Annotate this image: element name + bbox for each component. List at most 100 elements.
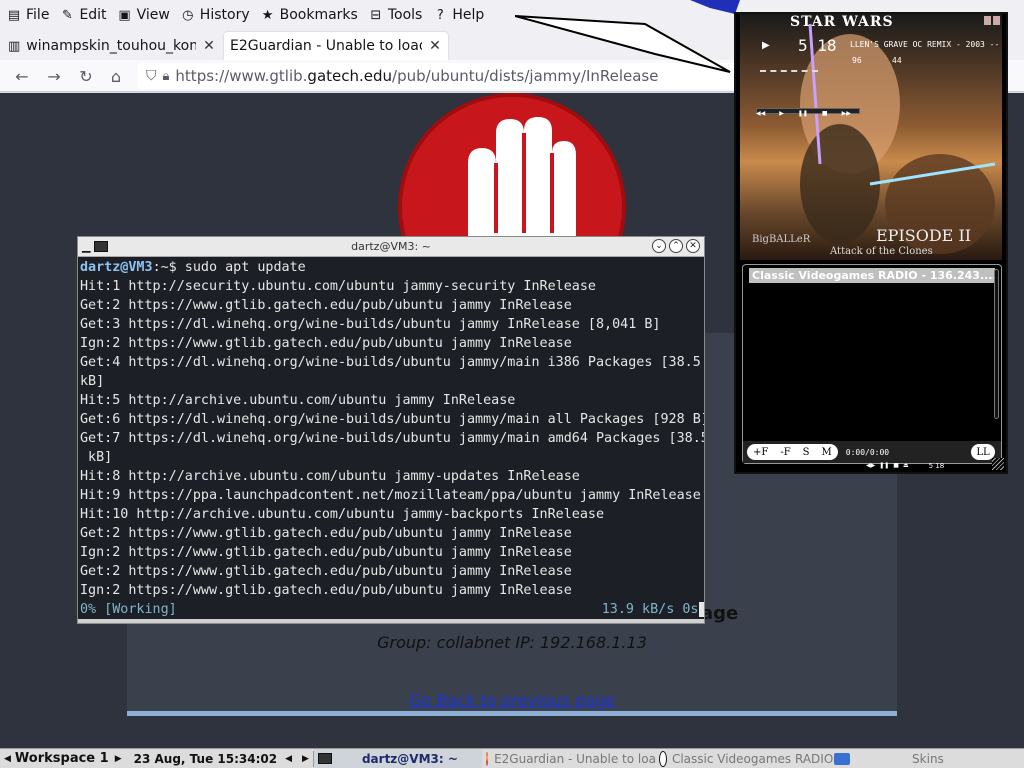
terminal-line: Hit:1 http://security.ubuntu.com/ubuntu … (80, 279, 596, 294)
resize-grip-icon[interactable] (992, 458, 1004, 470)
kbps-readout: 96 (852, 56, 862, 65)
menu-tools[interactable]: ⊟ Tools (368, 7, 422, 23)
skin-corner-graphic (690, 0, 740, 14)
close-icon[interactable]: ✕ (686, 239, 700, 253)
task-firefox[interactable]: E2Guardian - Unable to loa (482, 749, 656, 768)
tasks-next-icon[interactable]: ▶ (298, 749, 313, 768)
tab-e2guardian[interactable]: E2Guardian - Unable to load ✕ (224, 32, 448, 60)
playlist-item[interactable]: Classic Videogames RADIO - 136.243.... (749, 268, 995, 283)
reload-icon[interactable]: ↻ (76, 66, 96, 86)
apt-status-left: 0% [Working] (80, 602, 177, 617)
terminal-line: Ign:2 https://www.gtlib.gatech.edu/pub/u… (80, 583, 572, 598)
clock: 23 Aug, Tue 15:34:02 (133, 751, 278, 766)
shield-icon[interactable]: ⛉ (146, 68, 157, 84)
page-heading: age (701, 603, 739, 624)
terminal-line: Hit:9 https://ppa.launchpadcontent.net/m… (80, 488, 701, 503)
terminal-line: Get:6 https://dl.winehq.org/wine-builds/… (80, 412, 704, 427)
file-icon: ▤ (7, 7, 21, 23)
forward-arrow-icon[interactable]: → (44, 66, 64, 86)
mini-prev-icon[interactable]: ◀▶ (866, 462, 875, 470)
khz-readout: 44 (892, 56, 902, 65)
workspace-next-icon[interactable]: ▶ (109, 749, 128, 768)
menu-history[interactable]: ◷ History (180, 7, 249, 23)
player-close-icon[interactable] (993, 16, 1000, 25)
poster-art (800, 23, 996, 254)
menu-view[interactable]: ▣ View (117, 7, 169, 23)
terminal-line: Get:7 https://dl.winehq.org/wine-builds/… (80, 431, 704, 446)
view-icon: ▣ (118, 7, 131, 23)
terminal-lines: Hit:1 http://security.ubuntu.com/ubuntu … (80, 279, 704, 598)
play-icon[interactable]: ▶ (779, 110, 784, 117)
task-winamp[interactable]: Classic Videogames RADIO (656, 749, 833, 768)
winamp-icon (658, 750, 667, 767)
home-icon[interactable]: ⌂ (106, 66, 126, 86)
back-arrow-icon[interactable]: ← (12, 66, 32, 86)
terminal-line: Get:2 https://www.gtlib.gatech.edu/pub/u… (80, 564, 572, 579)
player-minimize-icon[interactable] (984, 16, 991, 25)
terminal-line: Get:3 https://dl.winehq.org/wine-builds/… (80, 317, 661, 332)
terminal-resize-edge[interactable] (78, 619, 704, 623)
help-icon: ? (436, 7, 444, 23)
skin-poster: STAR WARS ▶ 5 18 LLEN'S GRAVE OC REMIX -… (740, 14, 1002, 260)
tasks-prev-icon[interactable]: ◀ (277, 749, 298, 768)
menu-bookmarks[interactable]: ★ Bookmarks (260, 7, 358, 23)
pause-icon[interactable]: ❚❚ (798, 110, 808, 117)
go-back-link[interactable]: Go Back to previous page (127, 691, 897, 710)
group-ip-info: Group: collabnet IP: 192.168.1.13 (377, 633, 647, 652)
poster-signature: BigBALLeR (752, 234, 811, 245)
mini-stop-icon[interactable]: ■ (893, 462, 899, 470)
terminal-line: Hit:5 http://archive.ubuntu.com/ubuntu j… (80, 393, 516, 408)
menu-file[interactable]: ▤ File (6, 7, 50, 23)
stop-hand-icon (398, 93, 626, 243)
winamp-player[interactable]: STAR WARS ▶ 5 18 LLEN'S GRAVE OC REMIX -… (734, 12, 1008, 474)
select-button[interactable]: S (796, 444, 816, 460)
terminal-line: Ign:2 https://www.gtlib.gatech.edu/pub/u… (80, 336, 572, 351)
skin-swoosh-graphic (515, 15, 731, 73)
close-icon[interactable]: ✕ (428, 38, 442, 54)
misc-button[interactable]: M (815, 444, 838, 460)
transport-controls: ◀◀ ▶ ❚❚ ■ ▶▶ (756, 110, 851, 117)
toolbox-icon: ⊟ (370, 7, 382, 23)
apt-status-right: 13.9 kB/s 0s (601, 602, 699, 617)
terminal-window[interactable]: ▁ dartz@VM3: ~ ⌄ ⌃ ✕ dartz@VM3:~$ sudo a… (77, 236, 705, 624)
menu-help[interactable]: ? Help (432, 7, 484, 23)
track-ticker: LLEN'S GRAVE OC REMIX - 2003 -- (850, 40, 1000, 49)
minimize-icon[interactable]: ⌄ (652, 239, 666, 253)
play-indicator-icon: ▶ (762, 40, 770, 51)
mini-transport: ◀▶ ❚❚ ■ ⏏ 5 18 (866, 462, 944, 470)
tab-winampskin[interactable]: ▥ winampskin_touhou_kon ✕ (2, 32, 222, 60)
episode-title: EPISODE II (876, 226, 972, 245)
playback-time: 5 18 (798, 36, 837, 55)
menu-edit[interactable]: ✎ Edit (59, 7, 107, 23)
terminal-line: Ign:2 https://www.gtlib.gatech.edu/pub/u… (80, 545, 572, 560)
playlist-scrollbar[interactable] (994, 269, 999, 419)
close-icon[interactable]: ✕ (202, 38, 216, 54)
playlist-panel[interactable]: Classic Videogames RADIO - 136.243.... +… (742, 264, 1002, 464)
workspace-prev-icon[interactable]: ◀ (0, 749, 15, 768)
maximize-icon[interactable]: ⌃ (669, 239, 683, 253)
terminal-output[interactable]: dartz@VM3:~$ sudo apt update Hit:1 http:… (78, 257, 704, 623)
add-file-button[interactable]: +F (747, 444, 775, 460)
terminal-titlebar[interactable]: ▁ dartz@VM3: ~ ⌄ ⌃ ✕ (78, 237, 704, 257)
mini-eject-icon[interactable]: ⏏ (903, 462, 909, 470)
library-icon: ▥ (8, 38, 21, 54)
mini-time: 5 18 (928, 462, 945, 470)
next-icon[interactable]: ▶▶ (842, 110, 851, 117)
terminal-icon (317, 753, 332, 764)
playlist-controls: +F -F S M 0:00/0:00 LL (743, 441, 1001, 463)
lock-icon[interactable]: 🔒︎ (163, 69, 170, 84)
previous-icon[interactable]: ◀◀ (756, 110, 765, 117)
workspace-label[interactable]: Workspace 1 (15, 749, 109, 768)
stop-icon[interactable]: ■ (822, 110, 828, 117)
terminal-line: kB] (80, 374, 105, 389)
folder-icon (833, 752, 850, 765)
remove-file-button[interactable]: -F (774, 444, 797, 460)
firefox-icon (485, 751, 489, 766)
mini-pause-icon[interactable]: ❚❚ (879, 462, 889, 470)
pencil-icon: ✎ (61, 7, 73, 23)
task-terminal[interactable]: dartz@VM3: ~ (313, 748, 482, 768)
task-skins-folder[interactable]: Skins (830, 749, 1000, 768)
star-icon: ★ (261, 7, 274, 23)
terminal-line: Get:4 https://dl.winehq.org/wine-builds/… (80, 355, 701, 370)
playlist-time: 0:00/0:00 (845, 447, 890, 457)
